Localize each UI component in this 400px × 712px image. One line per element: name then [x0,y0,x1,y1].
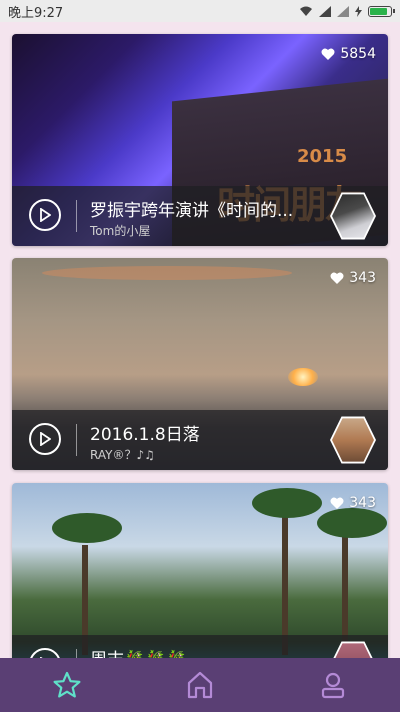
play-button[interactable] [29,423,61,455]
play-button[interactable] [29,648,61,658]
like-number: 343 [349,270,376,286]
card-author[interactable]: RAY®？♪♫ [90,446,155,463]
card-info-bar: 周末🎋🎋🎋 [12,635,388,658]
divider [76,200,77,232]
status-bar: 晚上9:27 [0,0,400,22]
signal-icon-2 [337,5,349,17]
status-icons [299,5,395,17]
avatar[interactable] [330,416,376,464]
bottom-tab-bar [0,658,400,712]
card-author[interactable]: Tom的小屋 [90,222,150,239]
heart-icon [330,272,344,284]
signal-icon [319,5,331,17]
play-button[interactable] [29,199,61,231]
status-time: 晚上9:27 [8,5,64,21]
feed[interactable]: 2015 时间朋友 5854 罗振宇跨年演讲《时间的... Tom的小屋 34 [0,22,400,658]
poster-year: 2015 [297,146,348,167]
divider [76,424,77,456]
heart-icon [321,48,335,60]
star-icon [53,671,81,698]
like-count[interactable]: 343 [330,495,376,511]
play-icon [40,432,51,446]
like-number: 343 [349,495,376,511]
battery-icon [368,5,395,17]
home-icon [187,671,213,699]
avatar[interactable] [330,192,376,240]
card-title[interactable]: 2016.1.8日落 [90,420,320,445]
profile-icon [322,672,345,699]
like-number: 5854 [340,46,376,62]
play-icon [40,208,51,222]
tab-home[interactable] [170,658,230,712]
like-count[interactable]: 343 [330,270,376,286]
like-count[interactable]: 5854 [321,46,376,62]
card-info-bar: 罗振宇跨年演讲《时间的... Tom的小屋 [12,186,388,246]
feed-card[interactable]: 2015 时间朋友 5854 罗振宇跨年演讲《时间的... Tom的小屋 [12,34,388,246]
wifi-icon [300,6,312,16]
tab-profile[interactable] [303,658,363,712]
avatar[interactable] [330,641,376,658]
feed-card[interactable]: 343 2016.1.8日落 RAY®？♪♫ [12,258,388,470]
card-title[interactable]: 罗振宇跨年演讲《时间的... [90,196,320,221]
card-info-bar: 2016.1.8日落 RAY®？♪♫ [12,410,388,470]
feed-card[interactable]: 343 周末🎋🎋🎋 [12,483,388,658]
charging-icon [355,5,362,17]
tab-favorites[interactable] [37,658,97,712]
heart-icon [330,497,344,509]
card-title[interactable]: 周末🎋🎋🎋 [90,645,320,658]
divider [76,649,77,658]
